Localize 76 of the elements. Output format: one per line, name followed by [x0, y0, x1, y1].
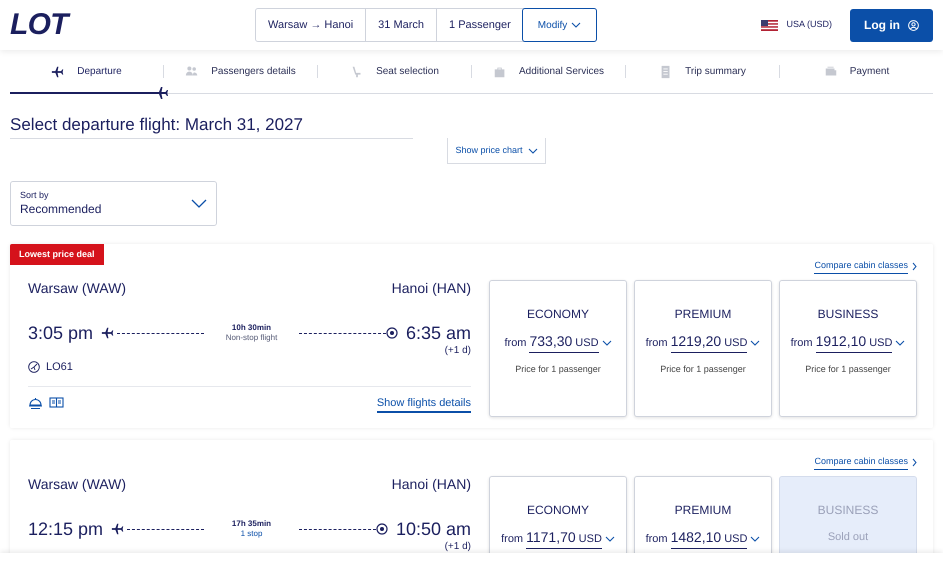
- flight-details-link[interactable]: Show flights details: [376, 394, 471, 413]
- arrival-time: 6:35 am: [406, 322, 471, 345]
- step-icon: [185, 64, 200, 78]
- cabin-name: PREMIUM: [674, 306, 732, 322]
- locale-selector[interactable]: USA (USD): [786, 18, 832, 32]
- fare-price-link[interactable]: 733,30 USD: [529, 330, 599, 352]
- sort-dropdown[interactable]: Sort by Recommended: [10, 181, 217, 226]
- fare-card[interactable]: PREMIUM from 1219,20 USD Price for 1 passenger: [634, 280, 772, 416]
- price-prefix: from: [501, 532, 524, 546]
- step-icon: [492, 64, 507, 78]
- caret-icon: [750, 340, 760, 346]
- cabin-name: BUSINESS: [818, 306, 878, 322]
- user-icon: [908, 20, 919, 30]
- meal-icon: [28, 397, 43, 410]
- step-tab[interactable]: Payment: [824, 64, 890, 79]
- lowest-price-badge: Lowest price deal: [10, 244, 104, 265]
- step-tab[interactable]: Departure: [51, 64, 122, 79]
- cabin-name: PREMIUM: [674, 502, 732, 518]
- caret-icon: [895, 340, 906, 346]
- step-icon: [824, 64, 838, 78]
- arrival-time: 10:50 am: [396, 518, 471, 541]
- day-offset: (+1 d): [444, 345, 471, 357]
- usa-flag-icon[interactable]: [761, 20, 778, 30]
- show-price-chart-button[interactable]: Show price chart: [447, 138, 546, 164]
- caret-icon: [750, 536, 760, 542]
- price-prefix: from: [646, 336, 668, 350]
- fare-price-link[interactable]: 1482,10 USD: [670, 526, 748, 548]
- sort-label: Sort by: [20, 190, 50, 201]
- fare-card[interactable]: PREMIUM from 1482,10 USD: [634, 476, 772, 553]
- step-tab[interactable]: Trip summary: [659, 64, 746, 79]
- caret-icon: [528, 148, 538, 154]
- stops-label: 1 stop: [240, 529, 264, 539]
- cabin-name: ECONOMY: [526, 502, 589, 518]
- airline-logo-icon: [28, 361, 40, 374]
- fare-price-link[interactable]: 1171,70 USD: [526, 526, 602, 548]
- stops-label: Non-stop flight: [224, 333, 278, 343]
- step-tab[interactable]: Additional Services: [492, 64, 604, 79]
- caret-icon: [602, 340, 612, 346]
- cabin-name: BUSINESS: [818, 502, 878, 518]
- fare-card[interactable]: BUSINESS from 1912,10 USD Price for 1 passenger: [779, 280, 917, 416]
- destination-city: Hanoi (HAN): [392, 279, 471, 298]
- departure-time: 3:05 pm: [28, 322, 94, 345]
- step-tab[interactable]: Passengers details: [185, 64, 296, 79]
- compare-cabin-classes-link[interactable]: Compare cabin classes: [814, 259, 917, 274]
- fare-price-link[interactable]: 1912,10 USD: [816, 330, 892, 352]
- price-prefix: from: [504, 336, 526, 350]
- price-prefix: from: [646, 532, 668, 546]
- price-note: Price for 1 passenger: [805, 362, 891, 376]
- chevron-right-icon: [912, 458, 917, 467]
- caret-icon: [604, 536, 615, 542]
- step-icon: [51, 64, 66, 78]
- step-tab[interactable]: Seat selection: [350, 64, 439, 79]
- destination-city: Hanoi (HAN): [392, 475, 471, 494]
- price-note: Price for 1 passenger: [660, 362, 746, 376]
- compare-cabin-classes-link[interactable]: Compare cabin classes: [814, 455, 917, 470]
- price-prefix: from: [790, 336, 813, 350]
- page-title: Select departure flight: March 31, 2027: [10, 114, 304, 136]
- sold-out-label: Sold out: [828, 530, 868, 544]
- fare-card[interactable]: ECONOMY from 733,30 USD Price for 1 passenger: [489, 280, 627, 416]
- chevron-right-icon: [912, 262, 917, 271]
- origin-city: Warsaw (WAW): [28, 475, 126, 494]
- chevron-down-icon: [191, 199, 207, 208]
- fare-card[interactable]: ECONOMY from 1171,70 USD: [489, 476, 627, 553]
- flight-duration: 10h 30min: [230, 323, 272, 333]
- cabin-name: ECONOMY: [526, 306, 589, 322]
- login-button[interactable]: Log in: [850, 8, 933, 42]
- day-offset: (+1 d): [444, 541, 471, 553]
- sort-value: Recommended: [20, 201, 102, 217]
- departure-time: 12:15 pm: [28, 518, 104, 541]
- price-note: Price for 1 passenger: [515, 362, 601, 376]
- flight-number: LO61: [46, 360, 73, 375]
- entertainment-icon: [49, 397, 64, 408]
- flight-duration: 17h 35min: [230, 519, 272, 529]
- logo[interactable]: LOT: [10, 10, 255, 40]
- fare-price-link[interactable]: 1219,20 USD: [670, 330, 748, 352]
- origin-city: Warsaw (WAW): [28, 279, 126, 298]
